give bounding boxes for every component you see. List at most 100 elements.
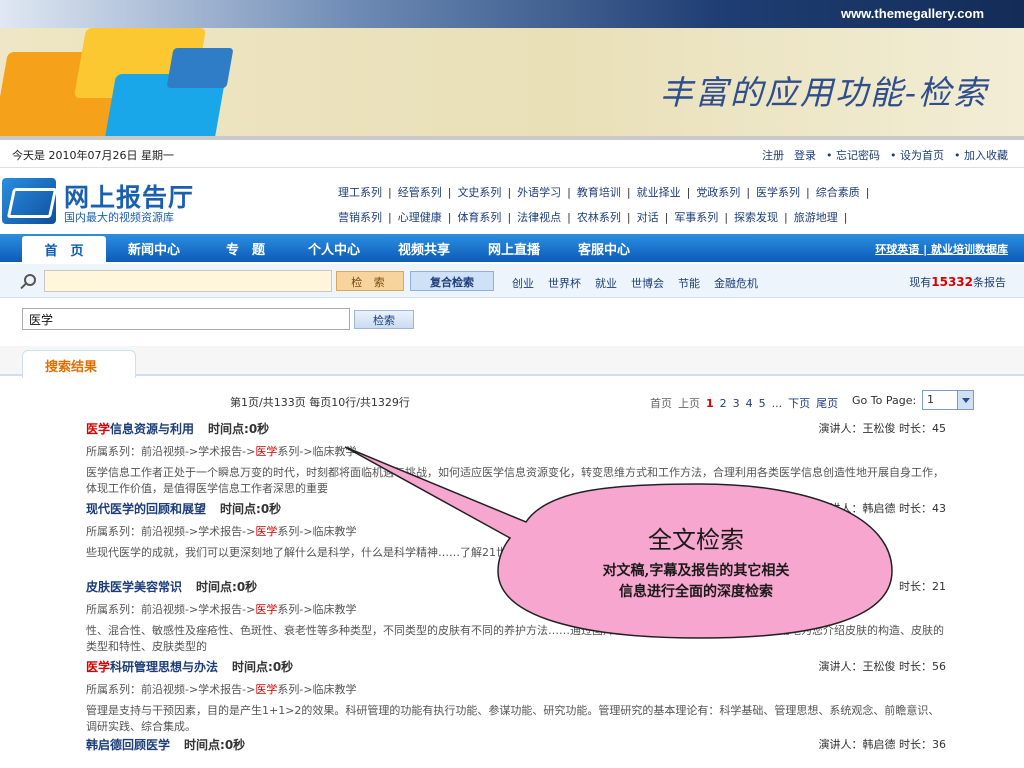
callout-line-1: 对文稿,字幕及报告的其它相关 xyxy=(602,563,790,579)
login-link[interactable]: 登录 xyxy=(794,147,816,163)
category-link[interactable]: 就业择业 xyxy=(637,180,681,205)
category-link[interactable]: 医学系列 xyxy=(756,180,800,205)
hot-keyword-link[interactable]: 世界杯 xyxy=(548,275,581,291)
category-row: 理工系列 | 经管系列 | 文史系列 | 外语学习 | 教育培训 | 就业择业 | 党政系列 | 医学系列 |… xyxy=(338,180,1018,205)
puzzle-piece-decoration xyxy=(166,48,234,88)
category-link[interactable]: 综合素质 xyxy=(816,180,860,205)
callout-heading: 全文检索 xyxy=(648,526,744,554)
site-logo[interactable]: 网上报告厅 国内最大的视频资源库 xyxy=(2,176,212,228)
result-time: 时间点:0秒 xyxy=(208,422,270,436)
category-link[interactable]: 心理健康 xyxy=(398,205,442,230)
category-link[interactable]: 探索发现 xyxy=(734,205,778,230)
category-separator: | xyxy=(567,186,571,199)
pager-summary: 第1页/共133页 每页10行/共1329行 xyxy=(230,396,410,409)
nav-personal[interactable]: 个人中心 xyxy=(308,239,360,258)
category-separator: | xyxy=(806,186,810,199)
hot-keyword-link[interactable]: 金融危机 xyxy=(714,275,758,291)
query-search-button[interactable]: 检索 xyxy=(354,310,414,329)
register-link[interactable]: 注册 xyxy=(762,147,784,163)
nav-topics[interactable]: 专 题 xyxy=(226,239,265,258)
goto-label: Go To Page: xyxy=(852,394,917,407)
result-title-text: 信息资源与利用 xyxy=(110,422,195,436)
callout-text: 全文检索 对文稿,字幕及报告的其它相关 信息进行全面的深度检索 xyxy=(536,520,856,603)
set-homepage-link[interactable]: • 设为首页 xyxy=(890,147,944,163)
result-title-highlight: 医学 xyxy=(86,422,111,436)
category-link[interactable]: 军事系列 xyxy=(674,205,718,230)
search-bar: 检 索 复合检索 创业 世界杯 就业 世博会 节能 金融危机 现有15332条报告 xyxy=(0,264,1024,298)
pager-page-4[interactable]: 4 xyxy=(746,397,753,410)
result-speaker: 演讲人：韩启德 时长：36 xyxy=(818,738,947,751)
result-title-text: 科研管理思想与办法 xyxy=(110,660,219,674)
logo-tagline: 国内最大的视频资源库 xyxy=(64,211,174,224)
category-link[interactable]: 体育系列 xyxy=(457,205,501,230)
nav-right-links[interactable]: 环球英语 | 就业培训数据库 xyxy=(875,241,1008,257)
result-series: 所属系列：前沿视频->学术报告->医学系列->临床教学 xyxy=(86,603,357,616)
category-link[interactable]: 法律视点 xyxy=(517,205,561,230)
date-row: 今天是 2010年07月26日 星期一 注册 登录 • 忘记密码 • 设为首页 … xyxy=(0,140,1024,168)
result-title[interactable]: 医学信息资源与利用 时间点:0秒 xyxy=(86,420,946,437)
category-separator: | xyxy=(447,211,452,224)
result-title-text: 韩启德回顾医学 xyxy=(86,738,171,752)
advanced-search-button[interactable]: 复合检索 xyxy=(410,271,494,291)
category-separator: | xyxy=(664,211,669,224)
search-button[interactable]: 检 索 xyxy=(336,271,404,291)
pager-page-3[interactable]: 3 xyxy=(733,397,740,410)
category-link[interactable]: 旅游地理 xyxy=(794,205,838,230)
goto-page-select[interactable]: 1 xyxy=(922,390,974,410)
hot-keyword-link[interactable]: 就业 xyxy=(595,275,617,291)
result-series: 所属系列：前沿视频->学术报告->医学系列->临床教学 xyxy=(86,683,357,696)
category-link[interactable]: 教育培训 xyxy=(577,180,621,205)
slide-title: 丰富的应用功能-检索 xyxy=(659,73,988,112)
nav-video-share[interactable]: 视频共享 xyxy=(398,239,450,258)
category-link[interactable]: 营销系列 xyxy=(338,205,382,230)
pager-first[interactable]: 首页 xyxy=(650,395,672,411)
pager-prev[interactable]: 上页 xyxy=(678,395,700,411)
result-speaker: 时长：21 xyxy=(899,580,946,593)
pager-page-5[interactable]: 5 xyxy=(759,397,766,410)
slide-top-bar: www.themegallery.com xyxy=(0,0,1024,28)
category-link[interactable]: 外语学习 xyxy=(517,180,561,205)
slide-banner: 丰富的应用功能-检索 xyxy=(0,28,1024,136)
hot-keyword-link[interactable]: 创业 xyxy=(512,275,534,291)
query-input[interactable]: 医学 xyxy=(22,308,350,330)
nav-live[interactable]: 网上直播 xyxy=(488,239,540,258)
main-nav: 首 页 新闻中心 专 题 个人中心 视频共享 网上直播 客服中心 环球英语 | … xyxy=(0,234,1024,262)
nav-service[interactable]: 客服中心 xyxy=(578,239,630,258)
result-time: 时间点:0秒 xyxy=(220,502,282,516)
slide-url: www.themegallery.com xyxy=(840,6,984,21)
hot-keywords: 创业 世界杯 就业 世博会 节能 金融危机 xyxy=(512,275,758,291)
search-input[interactable] xyxy=(44,270,332,292)
category-link[interactable]: 农林系列 xyxy=(577,205,621,230)
result-speaker: 演讲人：王松俊 时长：56 xyxy=(818,660,947,673)
query-row: 医学 检索 xyxy=(0,304,1024,334)
category-separator: | xyxy=(507,211,512,224)
category-link[interactable]: 党政系列 xyxy=(696,180,740,205)
search-icon xyxy=(24,274,36,286)
add-favorite-link[interactable]: • 加入收藏 xyxy=(954,147,1008,163)
result-title[interactable]: 韩启德回顾医学 时间点:0秒 xyxy=(86,736,946,753)
results-tabbar: 搜索结果 xyxy=(0,346,1024,378)
category-link[interactable]: 理工系列 xyxy=(338,180,382,205)
tab-search-results[interactable]: 搜索结果 xyxy=(22,350,136,378)
result-title[interactable]: 医学科研管理思想与办法 时间点:0秒 xyxy=(86,658,946,675)
hot-keyword-link[interactable]: 世博会 xyxy=(631,275,664,291)
category-link[interactable]: 经管系列 xyxy=(398,180,442,205)
nav-news[interactable]: 新闻中心 xyxy=(128,239,180,258)
category-separator: | xyxy=(447,186,452,199)
forgot-password-link[interactable]: • 忘记密码 xyxy=(826,147,880,163)
current-date: 今天是 2010年07月26日 星期一 xyxy=(12,149,174,162)
chevron-down-icon[interactable] xyxy=(957,391,973,409)
category-link[interactable]: 对话 xyxy=(637,205,659,230)
category-separator: | xyxy=(626,186,631,199)
category-link[interactable]: 文史系列 xyxy=(457,180,501,205)
website-screenshot: 今天是 2010年07月26日 星期一 注册 登录 • 忘记密码 • 设为首页 … xyxy=(0,140,1024,768)
pager-last[interactable]: 尾页 xyxy=(816,395,838,411)
pager-page-2[interactable]: 2 xyxy=(720,397,727,410)
nav-home[interactable]: 首 页 xyxy=(22,236,106,262)
hot-keyword-link[interactable]: 节能 xyxy=(678,275,700,291)
pager-next[interactable]: 下页 xyxy=(788,395,810,411)
report-count: 现有15332条报告 xyxy=(909,275,1006,289)
result-title[interactable]: 现代医学的回顾和展望 时间点:0秒 xyxy=(86,500,946,517)
pager-current: 1 xyxy=(706,396,714,410)
result-speaker: 演讲人：王松俊 时长：45 xyxy=(818,422,947,435)
